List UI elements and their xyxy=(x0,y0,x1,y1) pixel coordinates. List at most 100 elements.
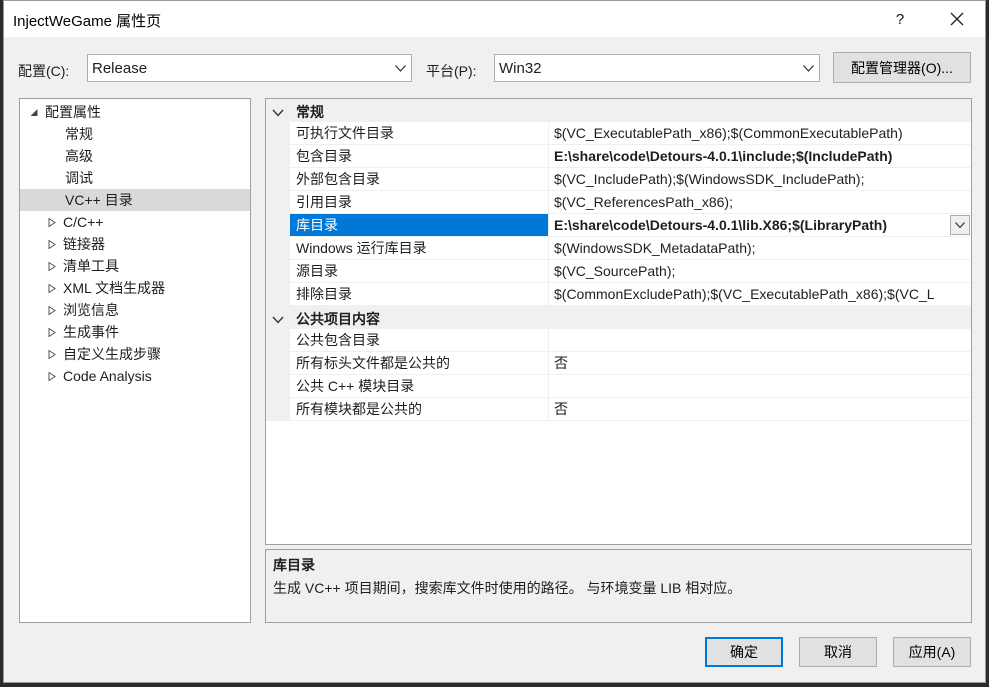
tree-item[interactable]: 配置属性 xyxy=(20,101,250,123)
tree-item-label: 链接器 xyxy=(63,236,105,252)
row-gutter xyxy=(266,398,290,420)
property-value[interactable]: $(VC_IncludePath);$(WindowsSDK_IncludePa… xyxy=(550,168,971,190)
row-gutter xyxy=(266,214,290,236)
property-value[interactable]: $(VC_SourcePath); xyxy=(550,260,971,282)
property-name[interactable]: 所有模块都是公共的 xyxy=(290,398,549,420)
tree-collapsed-icon[interactable] xyxy=(46,282,58,294)
row-gutter xyxy=(266,191,290,213)
property-value[interactable]: $(VC_ExecutablePath_x86);$(CommonExecuta… xyxy=(550,122,971,144)
tree-item-label: C/C++ xyxy=(63,214,104,230)
tree-collapsed-icon[interactable] xyxy=(46,216,58,228)
close-icon xyxy=(950,12,964,26)
property-row[interactable]: 源目录 $(VC_SourcePath); xyxy=(266,260,971,283)
tree-item[interactable]: XML 文档生成器 xyxy=(20,277,250,299)
property-row[interactable]: 公共 C++ 模块目录 xyxy=(266,375,971,398)
chevron-down-icon[interactable] xyxy=(950,215,970,235)
chevron-down-icon[interactable] xyxy=(272,312,284,324)
row-gutter xyxy=(266,352,290,374)
property-name[interactable]: 包含目录 xyxy=(290,145,549,167)
tree-collapsed-icon[interactable] xyxy=(46,238,58,250)
cancel-button[interactable]: 取消 xyxy=(799,637,877,667)
property-name[interactable]: Windows 运行库目录 xyxy=(290,237,549,259)
property-name[interactable]: 公共 C++ 模块目录 xyxy=(290,375,549,397)
tree-collapsed-icon[interactable] xyxy=(46,326,58,338)
property-name[interactable]: 库目录 xyxy=(290,214,549,236)
property-name[interactable]: 所有标头文件都是公共的 xyxy=(290,352,549,374)
category-row[interactable]: 公共项目内容 xyxy=(266,306,971,329)
tree-collapsed-icon[interactable] xyxy=(46,348,58,360)
ok-button[interactable]: 确定 xyxy=(705,637,783,667)
tree-item-label: 浏览信息 xyxy=(63,302,119,318)
tree-item[interactable]: 调试 xyxy=(20,167,250,189)
row-gutter xyxy=(266,168,290,190)
property-value[interactable]: $(VC_ReferencesPath_x86); xyxy=(550,191,971,213)
config-select[interactable]: Release xyxy=(87,54,412,82)
config-label: 配置(C): xyxy=(18,63,70,79)
tree-item[interactable]: Code Analysis xyxy=(20,365,250,387)
property-row[interactable]: 排除目录 $(CommonExcludePath);$(VC_Executable… xyxy=(266,283,971,306)
property-row[interactable]: 公共包含目录 xyxy=(266,329,971,352)
property-row[interactable]: 库目录 E:\share\code\Detours-4.0.1\lib.X86;$… xyxy=(266,214,971,237)
property-row[interactable]: 外部包含目录 $(VC_IncludePath);$(WindowsSDK_Inc… xyxy=(266,168,971,191)
tree-expanded-icon[interactable] xyxy=(28,106,40,118)
property-value[interactable] xyxy=(550,375,971,397)
config-manager-button[interactable]: 配置管理器(O)... xyxy=(833,52,971,83)
tree-item[interactable]: 常规 xyxy=(20,123,250,145)
property-value[interactable]: E:\share\code\Detours-4.0.1\include;$(In… xyxy=(550,145,971,167)
property-row[interactable]: 引用目录 $(VC_ReferencesPath_x86); xyxy=(266,191,971,214)
category-name: 公共项目内容 xyxy=(296,311,380,327)
property-value[interactable]: E:\share\code\Detours-4.0.1\lib.X86;$(Li… xyxy=(550,214,971,236)
property-name[interactable]: 源目录 xyxy=(290,260,549,282)
chevron-down-icon xyxy=(389,64,411,72)
property-pages-dialog: InjectWeGame 属性页 ? 配置(C): Release 平台(P):… xyxy=(3,0,986,683)
description-title: 库目录 xyxy=(273,557,315,573)
chevron-down-icon[interactable] xyxy=(272,105,284,117)
tree-item-label: 调试 xyxy=(65,170,93,186)
tree-item[interactable]: 高级 xyxy=(20,145,250,167)
tree-item-label: 配置属性 xyxy=(45,104,101,120)
tree-item-label: Code Analysis xyxy=(63,368,152,384)
property-name[interactable]: 外部包含目录 xyxy=(290,168,549,190)
tree-item[interactable]: 生成事件 xyxy=(20,321,250,343)
platform-select-value: Win32 xyxy=(499,59,542,77)
platform-select[interactable]: Win32 xyxy=(494,54,820,82)
property-row[interactable]: Windows 运行库目录 $(WindowsSDK_MetadataPath); xyxy=(266,237,971,260)
property-value[interactable]: $(WindowsSDK_MetadataPath); xyxy=(550,237,971,259)
close-button[interactable] xyxy=(937,5,977,33)
property-value[interactable]: 否 xyxy=(550,398,971,420)
tree-item[interactable]: 自定义生成步骤 xyxy=(20,343,250,365)
platform-label: 平台(P): xyxy=(426,63,477,79)
row-gutter xyxy=(266,329,290,351)
property-name[interactable]: 引用目录 xyxy=(290,191,549,213)
tree-item[interactable]: 链接器 xyxy=(20,233,250,255)
apply-button[interactable]: 应用(A) xyxy=(893,637,971,667)
title-bar: InjectWeGame 属性页 ? xyxy=(4,1,985,37)
tree-collapsed-icon[interactable] xyxy=(46,304,58,316)
tree-collapsed-icon[interactable] xyxy=(46,370,58,382)
property-row[interactable]: 可执行文件目录 $(VC_ExecutablePath_x86);$(Common… xyxy=(266,122,971,145)
tree-item[interactable]: 浏览信息 xyxy=(20,299,250,321)
tree-item[interactable]: C/C++ xyxy=(20,211,250,233)
property-value[interactable] xyxy=(550,329,971,351)
property-name[interactable]: 公共包含目录 xyxy=(290,329,549,351)
category-row[interactable]: 常规 xyxy=(266,99,971,122)
tree-item-label: 清单工具 xyxy=(63,258,119,274)
property-tree: 配置属性常规高级调试 VC++ 目录 C/C++ 链接器清单工具 XML 文档生成器浏览… xyxy=(19,98,251,623)
property-row[interactable]: 包含目录 E:\share\code\Detours-4.0.1\include;… xyxy=(266,145,971,168)
property-value[interactable]: 否 xyxy=(550,352,971,374)
help-button[interactable]: ? xyxy=(880,5,920,33)
tree-item[interactable]: 清单工具 xyxy=(20,255,250,277)
property-value[interactable]: $(CommonExcludePath);$(VC_ExecutablePath… xyxy=(550,283,971,305)
row-gutter xyxy=(266,283,290,305)
chevron-down-icon xyxy=(797,64,819,72)
property-name[interactable]: 可执行文件目录 xyxy=(290,122,549,144)
tree-item-label: 自定义生成步骤 xyxy=(63,346,161,362)
property-row[interactable]: 所有模块都是公共的否 xyxy=(266,398,971,421)
property-row[interactable]: 所有标头文件都是公共的否 xyxy=(266,352,971,375)
tree-item[interactable]: VC++ 目录 xyxy=(20,189,250,211)
window-title: InjectWeGame 属性页 xyxy=(13,13,162,30)
property-name[interactable]: 排除目录 xyxy=(290,283,549,305)
tree-item-label: 常规 xyxy=(65,126,93,142)
row-gutter xyxy=(266,260,290,282)
tree-collapsed-icon[interactable] xyxy=(46,260,58,272)
